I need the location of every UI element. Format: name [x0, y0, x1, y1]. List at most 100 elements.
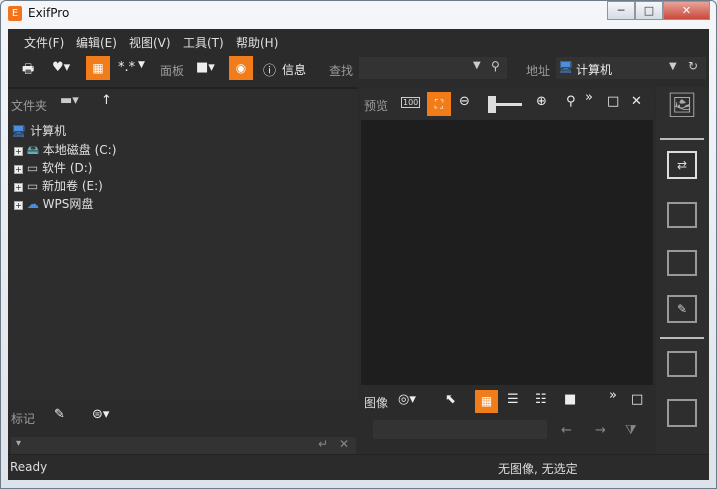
expand-icon[interactable]: + — [14, 183, 23, 192]
menu-tools[interactable]: 工具(T) — [183, 34, 224, 51]
address-value: 计算机 — [576, 63, 613, 77]
panel-label: 面板 — [160, 64, 185, 78]
expand-icon[interactable]: + — [14, 147, 23, 156]
app-body: 文件(F) 编辑(E) 视图(V) 工具(T) 帮助(H) 🖶 ♥▾ ▦ *.*… — [8, 29, 709, 480]
preview-header: 预览 100 ⛶ ⊖ ⊕ ⚲ » □ ✕ — [361, 89, 653, 119]
edit-icon[interactable]: ✎ — [667, 295, 697, 323]
address-label: 地址 — [526, 64, 551, 78]
tags-header: 标记 — [11, 412, 36, 426]
print-icon[interactable]: 🖶 — [22, 60, 34, 82]
clear-filter-icon[interactable]: ⧩ — [625, 423, 637, 438]
search-label: 查找 — [329, 64, 354, 78]
panel-layout-button[interactable]: ■▾ — [196, 60, 215, 75]
details-view-icon[interactable]: ☷ — [535, 392, 547, 407]
preview-toggle-button[interactable]: ◉ — [229, 56, 253, 80]
divider — [660, 337, 704, 339]
tree-root[interactable]: 🖥 计算机 — [11, 122, 66, 139]
window-title: ExifPro — [28, 6, 70, 20]
swap-icon[interactable]: ⇄ — [667, 151, 697, 179]
thumbnails-view-button[interactable]: ▦ — [475, 390, 498, 413]
address-input[interactable]: 🖥 计算机 ▼ ↻ — [556, 57, 706, 79]
menu-edit[interactable]: 编辑(E) — [76, 34, 117, 51]
panel-maximize-icon[interactable]: □ — [607, 94, 619, 109]
forward-arrow-icon[interactable]: → — [595, 423, 606, 438]
maximize-button[interactable]: □ — [635, 1, 663, 20]
menu-help[interactable]: 帮助(H) — [236, 34, 278, 51]
tags-panel: 标记 ✎ ⊜▾ ▾ ↵ ✕ — [8, 402, 358, 454]
image-icon[interactable]: 🖼 — [664, 91, 700, 127]
drive-icon: 🖴 — [26, 143, 39, 157]
app-icon: E — [8, 6, 22, 21]
zoom-in-icon[interactable]: ⊕ — [536, 94, 547, 109]
tag-options-icon[interactable]: ⊜▾ — [92, 407, 109, 422]
menu-view[interactable]: 视图(V) — [129, 34, 171, 51]
fit-button[interactable]: ⛶ — [427, 92, 451, 116]
chevron-down-icon: ▼ — [138, 60, 145, 70]
more-icon[interactable]: » — [585, 90, 593, 105]
drive-icon: ▭ — [26, 179, 39, 193]
minimize-button[interactable]: ─ — [607, 1, 635, 20]
fit-icon: ⛶ — [434, 97, 444, 111]
close-button[interactable]: ✕ — [663, 1, 710, 20]
preview-area — [361, 120, 653, 385]
images-panel: 图像 ◎▾ ⬉ ▦ ☰ ☷ ■ » □ ← → ⧩ — [361, 387, 653, 451]
heart-icon[interactable]: ♥▾ — [52, 60, 70, 75]
magnifier-icon[interactable]: ⚲ — [566, 94, 576, 109]
info-button[interactable]: 信息 — [282, 61, 306, 78]
list-view-icon[interactable]: ☰ — [507, 392, 519, 407]
computer-icon: 🖥 — [11, 124, 27, 138]
refresh-icon[interactable]: ↻ — [688, 59, 698, 73]
file-filter-button[interactable]: *.* — [118, 60, 135, 75]
address-dropdown-icon[interactable]: ▼ — [669, 61, 677, 72]
folders-panel: 文件夹 ▬▾ ↑ 🖥 计算机 + 🖴 本地磁盘 (C:) + ▭ 软件 (D:)… — [8, 87, 358, 400]
grid-icon: ▦ — [92, 61, 104, 75]
stack-icon[interactable] — [667, 202, 697, 228]
images-label: 图像 — [364, 396, 389, 410]
up-arrow-icon[interactable]: ↑ — [101, 93, 112, 108]
edit-tag-icon[interactable]: ✎ — [54, 407, 65, 422]
search-dropdown-icon[interactable]: ▼ — [473, 60, 481, 71]
folders-header: 文件夹 — [11, 99, 48, 113]
image-filter-input[interactable] — [373, 420, 547, 439]
zoom-out-icon[interactable]: ⊖ — [459, 94, 470, 109]
tree-item[interactable]: + ▭ 软件 (D:) — [14, 159, 92, 176]
thumbnail-grid-button[interactable]: ▦ — [86, 56, 110, 80]
document-icon[interactable] — [667, 250, 697, 276]
tree-item[interactable]: + ▭ 新加卷 (E:) — [14, 177, 103, 194]
cloud-icon: ☁ — [26, 197, 39, 211]
back-arrow-icon[interactable]: ← — [561, 423, 572, 438]
panel-maximize-icon[interactable]: □ — [631, 392, 643, 407]
filter-icon: ▾ — [16, 438, 22, 449]
eye-icon: ◉ — [235, 61, 247, 75]
menu-file[interactable]: 文件(F) — [24, 34, 64, 51]
search-input[interactable]: ▼ ⚲ — [359, 57, 507, 79]
expand-icon[interactable]: + — [14, 201, 23, 210]
status-bar: Ready 无图像, 无选定 — [8, 454, 709, 480]
computer-icon: 🖥 — [558, 60, 574, 74]
more-icon[interactable]: » — [609, 388, 617, 403]
drive-icon: ▭ — [26, 161, 39, 175]
status-right: 无图像, 无选定 — [498, 462, 578, 476]
grid-icon: ▦ — [480, 394, 493, 408]
compare-icon[interactable] — [667, 351, 697, 377]
zoom-slider-thumb[interactable] — [488, 96, 496, 113]
folder-icon[interactable]: ▬▾ — [60, 93, 79, 108]
clear-icon[interactable]: ✕ — [339, 437, 349, 451]
preview-view-icon[interactable]: ■ — [564, 392, 576, 407]
layers-icon[interactable] — [667, 399, 697, 427]
expand-icon[interactable]: + — [14, 165, 23, 174]
zoom-100-button[interactable]: 100 — [401, 97, 421, 108]
zoom-slider[interactable] — [496, 103, 522, 106]
info-icon[interactable]: ⓘ — [263, 60, 276, 79]
panel-close-icon[interactable]: ✕ — [631, 94, 642, 109]
tag-filter-input[interactable]: ▾ ↵ ✕ — [11, 437, 356, 454]
preview-label: 预览 — [364, 99, 389, 113]
status-left: Ready — [10, 460, 48, 474]
select-cursor-icon[interactable]: ⬉ — [445, 392, 456, 407]
tree-item[interactable]: + ☁ WPS网盘 — [14, 195, 93, 212]
view-options-icon[interactable]: ◎▾ — [398, 392, 416, 407]
search-icon[interactable]: ⚲ — [491, 59, 500, 73]
divider — [660, 138, 704, 140]
right-sidebar: 🖼 ⇄ ✎ — [656, 87, 709, 454]
enter-icon[interactable]: ↵ — [318, 437, 328, 451]
